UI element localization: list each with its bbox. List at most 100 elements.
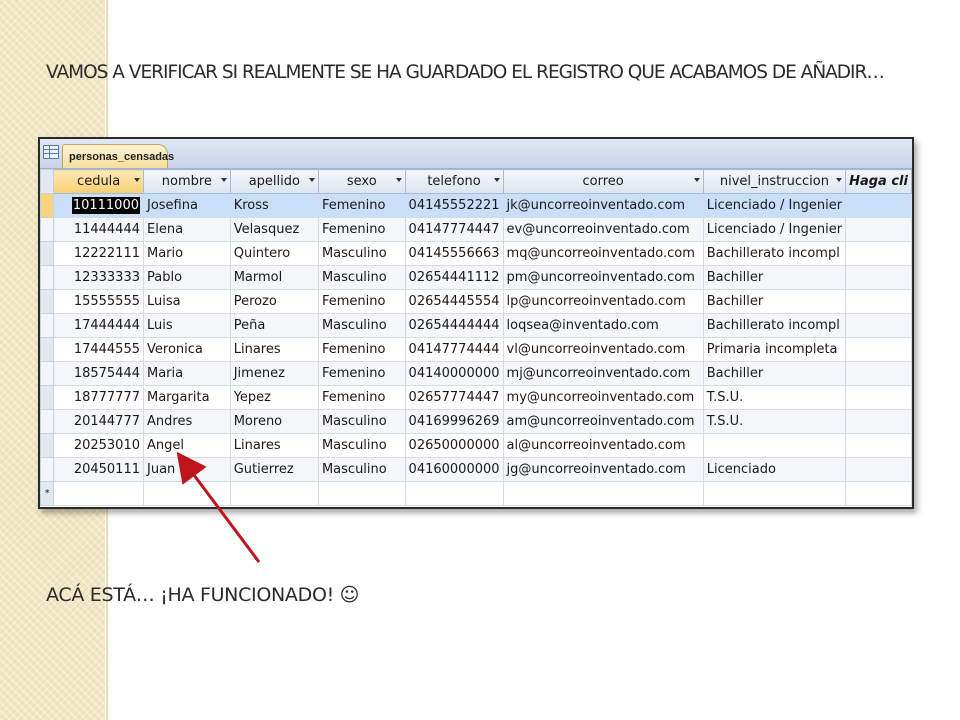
row-selector[interactable] [40, 409, 55, 434]
table-row[interactable]: 20253010 Angel Linares Masculino 02650000000… [40, 433, 912, 458]
column-header-nombre[interactable]: nombre [143, 169, 231, 194]
cell-apellido[interactable]: Yepez [229, 385, 319, 410]
cell-cedula[interactable]: 18777777 [53, 385, 144, 410]
column-header-apellido[interactable]: apellido [229, 169, 319, 194]
cell-apellido[interactable]: Moreno [229, 409, 319, 434]
cell-correo[interactable]: lp@uncorreoinventado.com [502, 289, 704, 314]
cell-nivel-instruccion[interactable] [702, 433, 847, 458]
cell-add-field[interactable] [845, 313, 912, 338]
cell-sexo[interactable]: Femenino [317, 217, 406, 242]
cell-telefono[interactable]: 02650000000 [404, 433, 504, 458]
cell-nombre[interactable]: Maria [143, 361, 231, 386]
row-selector[interactable] [40, 337, 55, 362]
cell-sexo[interactable]: Femenino [317, 361, 406, 386]
cell-sexo[interactable]: Masculino [317, 409, 406, 434]
row-selector[interactable] [40, 265, 55, 290]
table-row[interactable]: 12333333 Pablo Marmol Masculino 02654441112 p… [40, 265, 912, 290]
new-record-row[interactable]: * [40, 481, 912, 506]
row-selector[interactable] [40, 457, 55, 482]
tab-personas-censadas[interactable]: personas_censadas [62, 144, 174, 168]
cell-nivel-instruccion[interactable]: T.S.U. [702, 385, 847, 410]
cell-nivel-instruccion[interactable]: Bachillerato incompl [702, 241, 847, 266]
chevron-down-icon[interactable] [693, 178, 700, 182]
cell-sexo[interactable]: Femenino [317, 337, 406, 362]
cell-telefono[interactable]: 04140000000 [404, 361, 504, 386]
table-row[interactable]: 11444444 Elena Velasquez Femenino 0414777444… [40, 217, 912, 242]
cell-nombre[interactable]: Angel [143, 433, 231, 458]
chevron-down-icon[interactable] [493, 178, 500, 182]
cell-apellido[interactable]: Quintero [229, 241, 319, 266]
cell-nivel-instruccion[interactable]: Licenciado [702, 457, 847, 482]
cell-apellido[interactable]: Peña [229, 313, 319, 338]
row-selector[interactable] [40, 385, 55, 410]
cell-telefono[interactable]: 04147774444 [404, 337, 504, 362]
cell-apellido[interactable]: Jimenez [229, 361, 319, 386]
cell-apellido[interactable]: Linares [229, 337, 319, 362]
column-header-nivel-instruccion[interactable]: nivel_instruccion [702, 169, 847, 194]
cell-cedula[interactable]: 20450111 [53, 457, 144, 482]
new-record-cell[interactable] [143, 481, 231, 506]
cell-apellido[interactable]: Linares [229, 433, 319, 458]
cell-telefono[interactable]: 04145552221 [404, 193, 504, 218]
cell-cedula[interactable]: 15555555 [53, 289, 144, 314]
cell-add-field[interactable] [845, 409, 912, 434]
cell-correo[interactable]: mj@uncorreoinventado.com [502, 361, 704, 386]
cell-telefono[interactable]: 04160000000 [404, 457, 504, 482]
new-record-cell[interactable] [229, 481, 319, 506]
cell-nombre[interactable]: Josefina [143, 193, 231, 218]
cell-cedula[interactable]: 17444555 [53, 337, 144, 362]
cell-nivel-instruccion[interactable]: Primaria incompleta [702, 337, 847, 362]
table-row[interactable]: 17444444 Luis Peña Masculino 02654444444 loqs… [40, 313, 912, 338]
new-record-cell[interactable] [317, 481, 406, 506]
cell-telefono[interactable]: 04147774447 [404, 217, 504, 242]
cell-add-field[interactable] [845, 265, 912, 290]
cell-add-field[interactable] [845, 457, 912, 482]
row-selector[interactable] [40, 313, 55, 338]
table-row[interactable]: 10111000 Josefina Kross Femenino 04145552221… [40, 193, 912, 218]
cell-cedula[interactable]: 11444444 [53, 217, 144, 242]
cell-apellido[interactable]: Kross [229, 193, 319, 218]
cell-apellido[interactable]: Velasquez [229, 217, 319, 242]
cell-correo[interactable]: am@uncorreoinventado.com [502, 409, 704, 434]
cell-cedula[interactable]: 18575444 [53, 361, 144, 386]
chevron-down-icon[interactable] [836, 178, 843, 182]
new-record-cell[interactable] [404, 481, 504, 506]
cell-cedula[interactable]: 10111000 [53, 193, 144, 218]
chevron-down-icon[interactable] [308, 178, 315, 182]
column-header-cedula[interactable]: cedula [53, 169, 144, 194]
column-header-sexo[interactable]: sexo [317, 169, 406, 194]
cell-telefono[interactable]: 02654441112 [404, 265, 504, 290]
new-record-cell[interactable] [53, 481, 144, 506]
cell-nivel-instruccion[interactable]: Bachiller [702, 265, 847, 290]
cell-sexo[interactable]: Femenino [317, 289, 406, 314]
cell-add-field[interactable] [845, 337, 912, 362]
table-row[interactable]: 20450111 Juan Gutierrez Masculino 0416000000… [40, 457, 912, 482]
chevron-down-icon[interactable] [220, 178, 227, 182]
cell-nivel-instruccion[interactable]: Bachiller [702, 289, 847, 314]
chevron-down-icon[interactable] [395, 178, 402, 182]
cell-cedula[interactable]: 20253010 [53, 433, 144, 458]
table-row[interactable]: 20144777 Andres Moreno Masculino 04169996269… [40, 409, 912, 434]
column-header-correo[interactable]: correo [502, 169, 704, 194]
cell-correo[interactable]: loqsea@inventado.com [502, 313, 704, 338]
cell-correo[interactable]: vl@uncorreoinventado.com [502, 337, 704, 362]
cell-nivel-instruccion[interactable]: Licenciado / Ingenier [702, 217, 847, 242]
cell-sexo[interactable]: Masculino [317, 457, 406, 482]
cell-correo[interactable]: my@uncorreoinventado.com [502, 385, 704, 410]
cell-add-field[interactable] [845, 241, 912, 266]
row-selector[interactable] [40, 289, 55, 314]
cell-nivel-instruccion[interactable]: Bachillerato incompl [702, 313, 847, 338]
cell-nombre[interactable]: Veronica [143, 337, 231, 362]
cell-nombre[interactable]: Margarita [143, 385, 231, 410]
cell-nivel-instruccion[interactable]: T.S.U. [702, 409, 847, 434]
cell-add-field[interactable] [845, 193, 912, 218]
cell-correo[interactable]: ev@uncorreoinventado.com [502, 217, 704, 242]
new-record-cell[interactable] [502, 481, 704, 506]
row-selector[interactable] [40, 433, 55, 458]
cell-telefono[interactable]: 04169996269 [404, 409, 504, 434]
cell-nivel-instruccion[interactable]: Bachiller [702, 361, 847, 386]
cell-sexo[interactable]: Femenino [317, 385, 406, 410]
cell-nombre[interactable]: Andres [143, 409, 231, 434]
cell-correo[interactable]: jk@uncorreoinventado.com [502, 193, 704, 218]
row-selector[interactable] [40, 217, 55, 242]
